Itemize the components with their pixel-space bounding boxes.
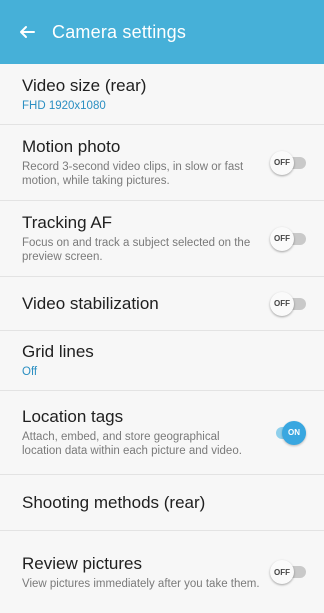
setting-title: Tracking AF [22, 213, 113, 232]
setting-text: Tracking AF Focus on and track a subject… [22, 213, 262, 264]
arrow-left-icon [20, 26, 35, 38]
setting-description: View pictures immediately after you take… [22, 577, 260, 590]
setting-title: Shooting methods (rear) [22, 492, 206, 512]
setting-title: Motion photo [22, 137, 121, 156]
toggle-knob: OFF [270, 226, 294, 251]
location-tags-toggle[interactable]: ON [270, 420, 306, 446]
setting-title: Video size (rear) [22, 75, 147, 95]
setting-description: Focus on and track a subject selected on… [22, 237, 251, 263]
setting-video-size[interactable]: Video size (rear) FHD 1920x1080 [0, 64, 324, 125]
setting-text: Review pictures View pictures immediatel… [22, 554, 262, 591]
setting-motion-photo[interactable]: Motion photo Record 3-second video clips… [0, 125, 324, 201]
toggle-knob: ON [282, 420, 306, 445]
app-bar: Camera settings [0, 0, 324, 64]
page-title: Camera settings [52, 21, 187, 42]
settings-list: Video size (rear) FHD 1920x1080 Motion p… [0, 64, 324, 613]
setting-text: Video stabilization [22, 294, 262, 314]
setting-text: Motion photo Record 3-second video clips… [22, 137, 262, 188]
setting-text: Location tags Attach, embed, and store g… [22, 407, 262, 458]
setting-title: Review pictures [22, 553, 142, 573]
review-pictures-toggle[interactable]: OFF [270, 559, 306, 585]
setting-description: Attach, embed, and store geographical lo… [22, 431, 242, 457]
setting-text: Shooting methods (rear) [22, 493, 306, 513]
motion-photo-toggle[interactable]: OFF [270, 150, 306, 176]
setting-tracking-af[interactable]: Tracking AF Focus on and track a subject… [0, 201, 324, 277]
setting-title: Location tags [22, 407, 124, 426]
toggle-knob: OFF [270, 150, 294, 175]
toggle-knob: OFF [270, 560, 294, 584]
setting-location-tags[interactable]: Location tags Attach, embed, and store g… [0, 391, 324, 475]
video-stabilization-toggle[interactable]: OFF [270, 291, 306, 317]
setting-value: Off [22, 366, 38, 378]
setting-review-pictures[interactable]: Review pictures View pictures immediatel… [0, 531, 324, 613]
setting-video-stabilization[interactable]: Video stabilization OFF [0, 277, 324, 331]
setting-text: Grid lines Off [22, 342, 306, 379]
toggle-knob: OFF [270, 291, 294, 316]
setting-value: FHD 1920x1080 [22, 99, 106, 112]
setting-shooting-methods[interactable]: Shooting methods (rear) [0, 475, 324, 531]
setting-text: Video size (rear) FHD 1920x1080 [22, 76, 306, 113]
setting-title: Grid lines [22, 342, 94, 361]
back-button[interactable] [16, 21, 38, 43]
setting-title: Video stabilization [22, 293, 159, 313]
tracking-af-toggle[interactable]: OFF [270, 226, 306, 252]
setting-description: Record 3-second video clips, in slow or … [22, 161, 244, 187]
setting-grid-lines[interactable]: Grid lines Off [0, 331, 324, 391]
